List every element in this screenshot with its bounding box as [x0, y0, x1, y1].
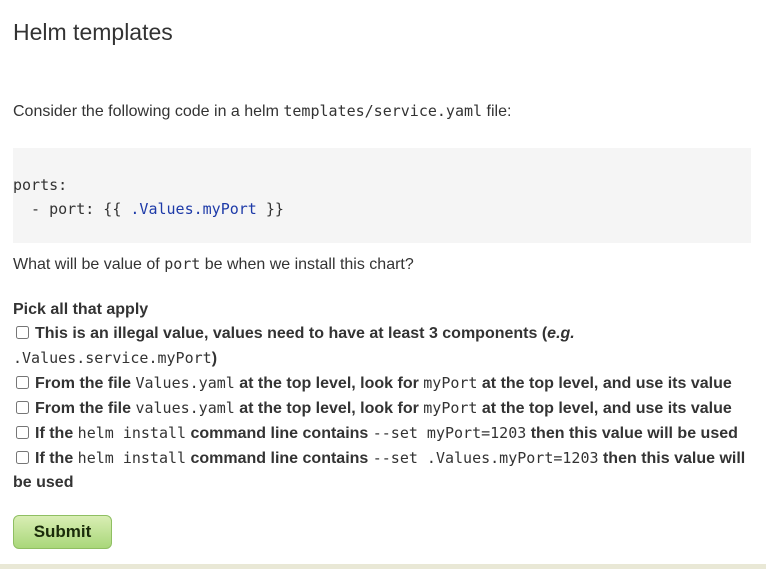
question-text: What will be value of port be when we in… — [13, 255, 414, 273]
option-1-checkbox[interactable] — [16, 326, 29, 339]
code-block: ports: - port: {{ .Values.myPort }} — [13, 148, 751, 243]
choices-group: Pick all that apply This is an illegal v… — [13, 298, 758, 495]
page-bottom-border — [0, 564, 766, 569]
option-3[interactable]: From the file values.yaml at the top lev… — [13, 396, 758, 421]
page-title: Helm templates — [13, 19, 173, 45]
option-4[interactable]: If the helm install command line contain… — [13, 421, 758, 446]
intro-file-code: templates/service.yaml — [283, 102, 483, 120]
pick-label: Pick all that apply — [13, 301, 149, 318]
question-code: port — [164, 255, 201, 273]
code-values-ref: .Values.myPort — [130, 200, 257, 218]
option-2[interactable]: From the file Values.yaml at the top lev… — [13, 371, 758, 396]
code-line-1: ports: — [13, 176, 68, 194]
submit-button[interactable]: Submit — [13, 515, 112, 549]
option-2-checkbox[interactable] — [16, 376, 29, 389]
option-1[interactable]: This is an illegal value, values need to… — [13, 322, 758, 371]
quiz-page: Helm templates Consider the following co… — [0, 0, 766, 564]
option-3-checkbox[interactable] — [16, 401, 29, 414]
intro-text: Consider the following code in a helm te… — [13, 102, 512, 120]
option-4-checkbox[interactable] — [16, 426, 29, 439]
option-5-checkbox[interactable] — [16, 451, 29, 464]
code-line-2: - port: {{ .Values.myPort }} — [13, 200, 284, 218]
option-5[interactable]: If the helm install command line contain… — [13, 446, 758, 495]
